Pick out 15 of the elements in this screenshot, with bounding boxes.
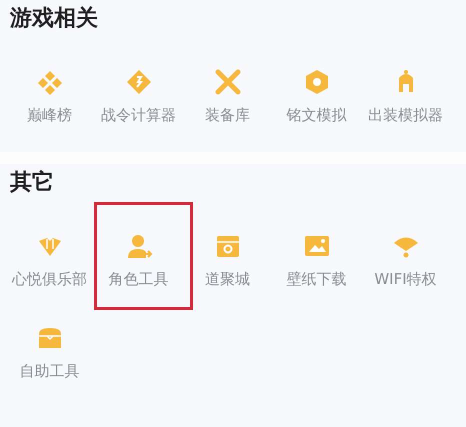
tool-label: 出装模拟器 (368, 106, 443, 124)
tool-label: WIFI特权 (374, 270, 437, 288)
diamond-icon (124, 68, 152, 96)
tool-label: 巅峰榜 (27, 106, 72, 124)
tool-label: 角色工具 (108, 270, 168, 288)
tool-label: 战令计算器 (101, 106, 176, 124)
tool-label: 铭文模拟 (286, 106, 346, 124)
tool-label: 心悦俱乐部 (12, 270, 87, 288)
section-title: 游戏相关 (10, 5, 99, 33)
tool-label: 壁纸下载 (286, 270, 346, 288)
crossed-swords-icon (214, 68, 242, 96)
section-title: 其它 (10, 168, 55, 197)
tool-label: 自助工具 (20, 362, 80, 380)
tool-label: 装备库 (205, 106, 250, 124)
tool-label: 道聚城 (205, 270, 250, 288)
